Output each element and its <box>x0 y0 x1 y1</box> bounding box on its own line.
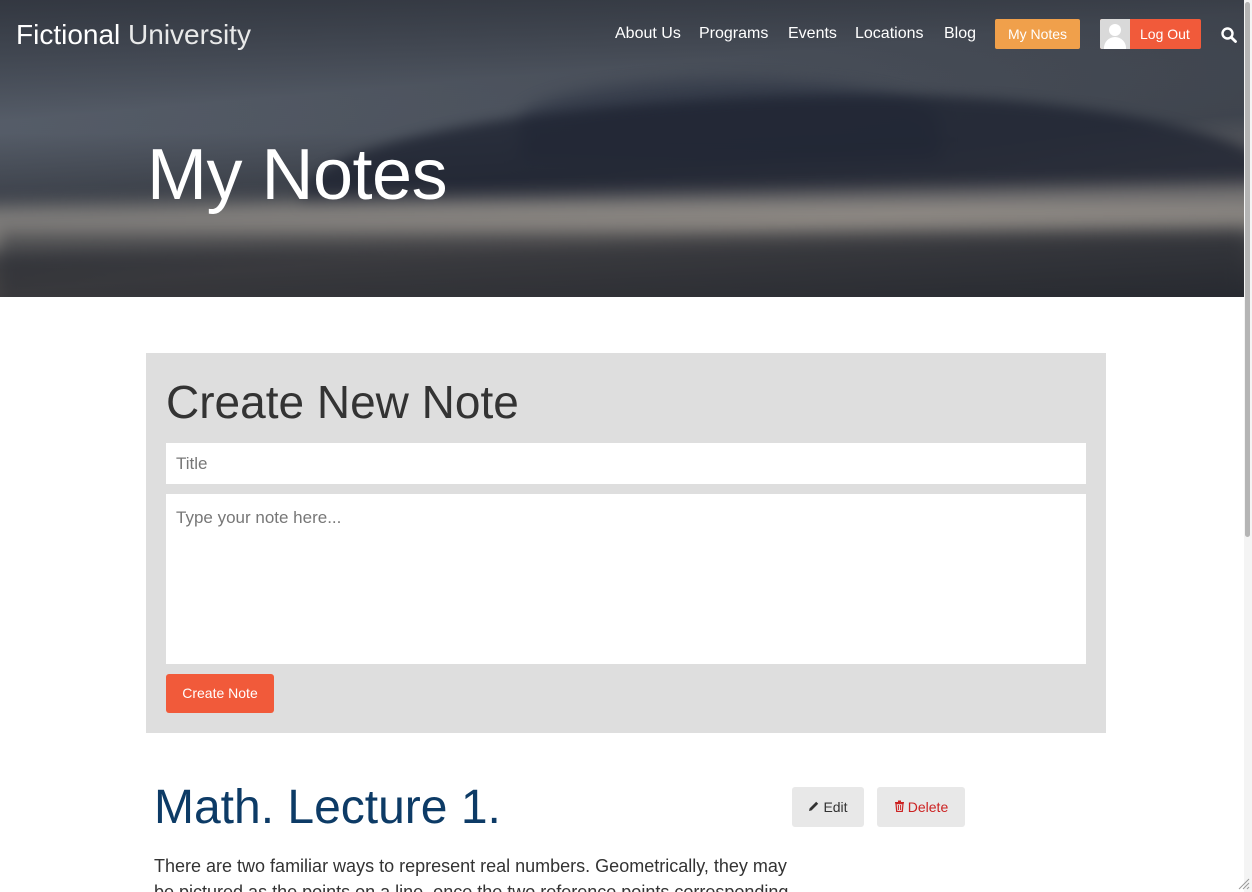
delete-note-button[interactable]: Delete <box>877 787 965 827</box>
trash-icon <box>894 787 905 827</box>
create-note-button[interactable]: Create Note <box>166 674 274 713</box>
hero-sea <box>0 232 1244 297</box>
page-title: My Notes <box>147 135 448 215</box>
pencil-icon <box>808 787 820 827</box>
nav-about-us[interactable]: About Us <box>615 23 681 45</box>
delete-label: Delete <box>907 799 949 815</box>
note-title-input[interactable] <box>166 443 1086 484</box>
note-title[interactable]: Math. Lecture 1. <box>154 778 501 838</box>
site-logo[interactable]: Fictional University <box>16 18 251 52</box>
create-note-heading: Create New Note <box>166 376 519 428</box>
resize-grip-icon[interactable] <box>1236 876 1250 890</box>
nav-blog[interactable]: Blog <box>944 23 976 45</box>
search-icon[interactable] <box>1220 26 1238 44</box>
scrollbar-thumb[interactable] <box>1245 2 1250 537</box>
edit-label: Edit <box>823 799 848 815</box>
nav-events[interactable]: Events <box>788 23 837 45</box>
note-body: There are two familiar ways to represent… <box>154 856 789 892</box>
log-out-button[interactable]: Log Out <box>1100 19 1201 49</box>
my-notes-button[interactable]: My Notes <box>995 19 1080 49</box>
nav-locations[interactable]: Locations <box>855 23 924 45</box>
log-out-label: Log Out <box>1140 26 1190 42</box>
avatar-icon <box>1100 19 1130 49</box>
site-name-light: University <box>128 19 251 50</box>
site-name-bold: Fictional <box>16 19 121 50</box>
nav-programs[interactable]: Programs <box>699 23 768 45</box>
note-body-textarea[interactable] <box>166 494 1086 664</box>
edit-note-button[interactable]: Edit <box>792 787 864 827</box>
create-note-panel: Create New Note Create Note <box>146 353 1106 733</box>
